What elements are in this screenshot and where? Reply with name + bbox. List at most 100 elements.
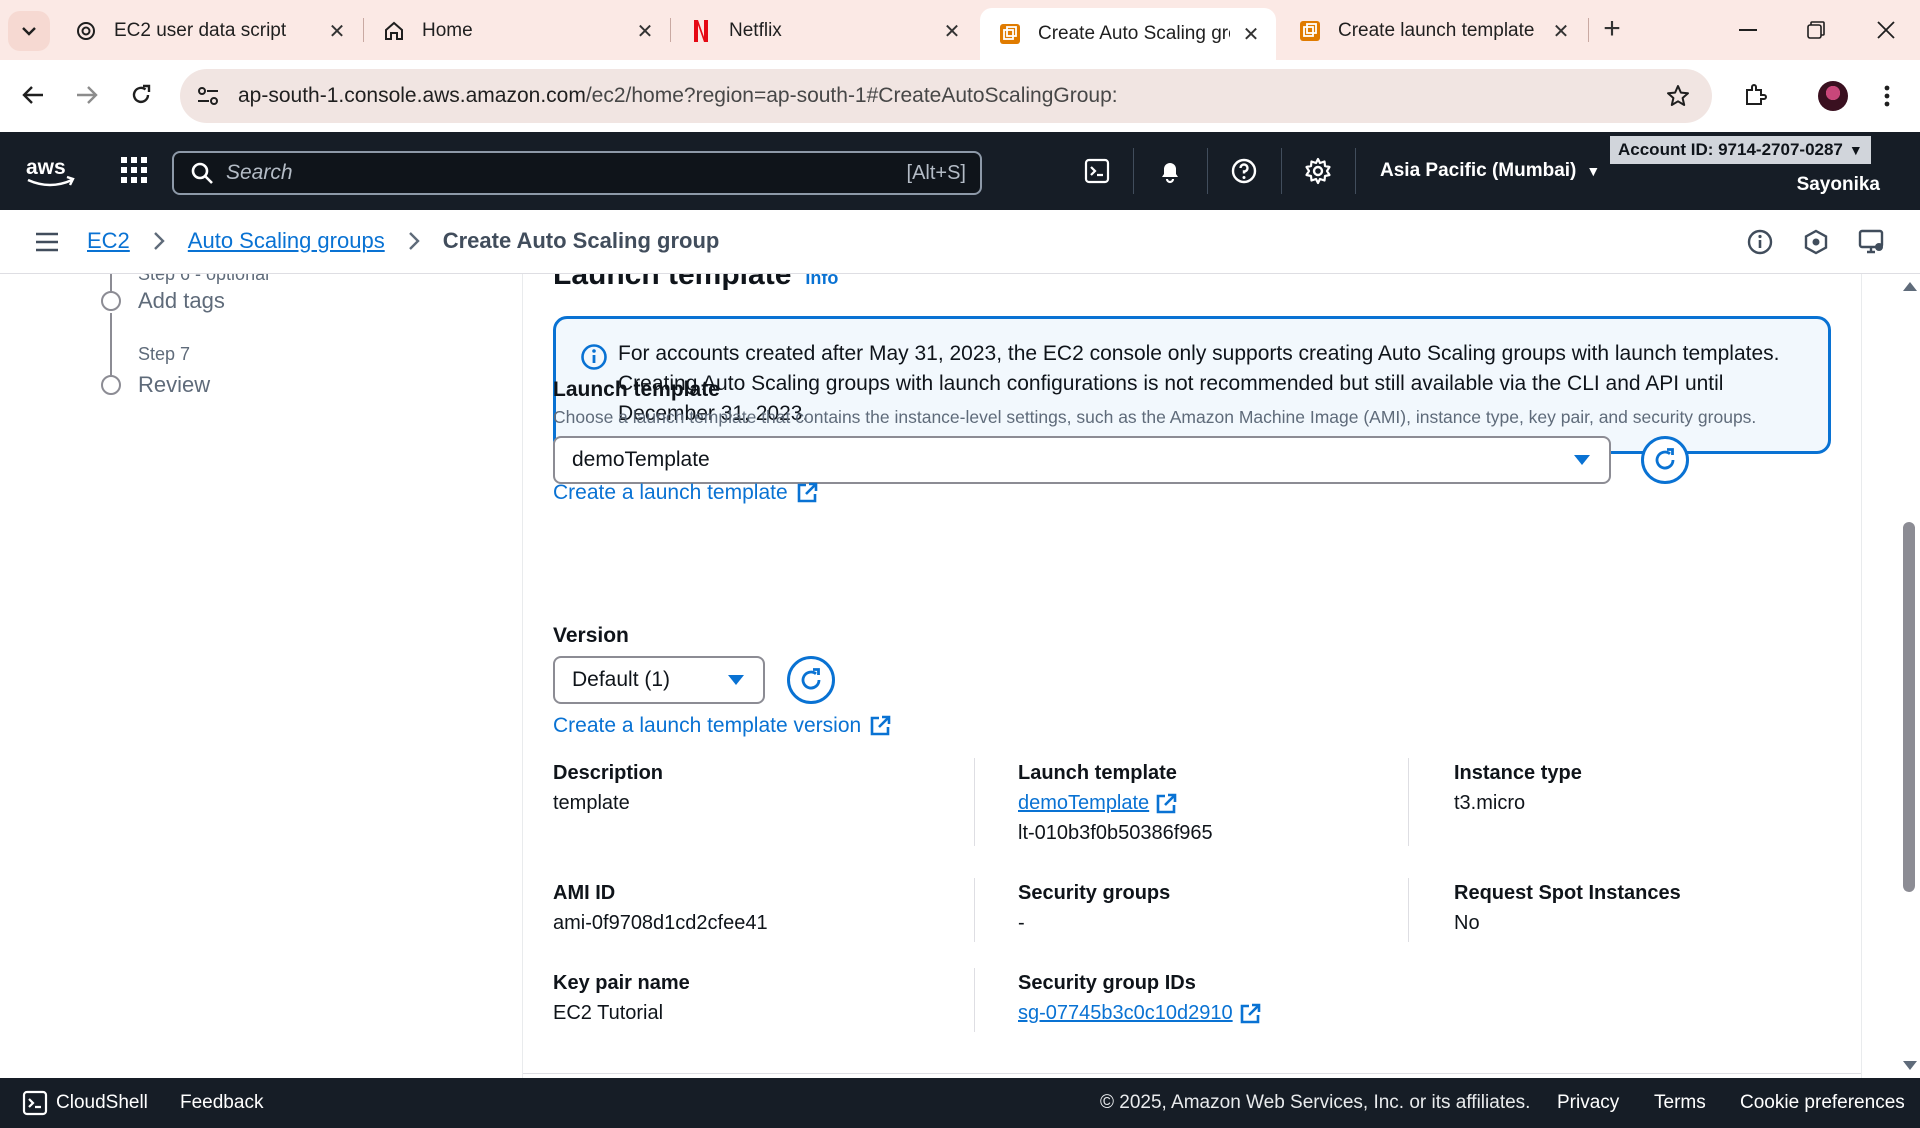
nav-divider <box>1281 148 1282 194</box>
aws-search-input[interactable]: Search [Alt+S] <box>172 151 982 195</box>
tab-netflix[interactable]: Netflix ✕ <box>671 8 977 54</box>
breadcrumb-current: Create Auto Scaling group <box>442 228 720 253</box>
hamburger-menu-icon[interactable] <box>34 230 60 254</box>
bell-icon <box>1162 163 1178 184</box>
extensions-button[interactable] <box>1736 76 1774 114</box>
services-grid-icon[interactable] <box>118 154 150 186</box>
aws-ec2-icon <box>998 22 1022 46</box>
close-tab-icon[interactable]: ✕ <box>1240 23 1262 46</box>
info-alert: For accounts created after May 31, 2023,… <box>553 316 1831 454</box>
create-launch-template-link[interactable]: Create a launch template <box>553 481 818 505</box>
account-menu[interactable]: Account ID: 9714-2707-0287 ▼ <box>1610 136 1871 164</box>
chevron-down-icon <box>22 27 36 36</box>
url-bar[interactable]: ap-south-1.console.aws.amazon.com/ec2/ho… <box>180 69 1712 123</box>
aws-logo-icon[interactable]: aws <box>24 154 78 190</box>
tab-create-launch-template[interactable]: Create launch template | ✕ <box>1280 8 1586 54</box>
nav-divider <box>1207 148 1208 194</box>
info-panel-button[interactable] <box>1744 226 1776 258</box>
search-placeholder: Search <box>226 161 293 184</box>
launch-template-select[interactable]: demoTemplate <box>553 436 1611 484</box>
security-groups-label: Security groups <box>1018 882 1171 904</box>
description-value: template <box>553 792 630 814</box>
notifications-button[interactable] <box>1153 154 1187 188</box>
close-tab-icon[interactable]: ✕ <box>941 20 963 43</box>
close-tab-icon[interactable]: ✕ <box>326 20 348 43</box>
terminal-icon <box>1084 158 1110 184</box>
tab-create-auto-scaling-group[interactable]: Create Auto Scaling grou ✕ <box>980 8 1276 60</box>
cookie-preferences-link[interactable]: Cookie preferences <box>1740 1092 1905 1114</box>
copyright-text: © 2025, Amazon Web Services, Inc. or its… <box>1100 1092 1531 1113</box>
reload-button[interactable] <box>120 74 162 116</box>
minimize-button[interactable] <box>1724 10 1772 50</box>
url-text: ap-south-1.console.aws.amazon.com/ec2/ho… <box>238 84 1118 108</box>
restore-button[interactable] <box>1792 10 1840 50</box>
region-selector[interactable]: Asia Pacific (Mumbai) ▼ <box>1380 160 1600 182</box>
breadcrumb: EC2 Auto Scaling groups Create Auto Scal… <box>87 228 719 254</box>
instance-type-value: t3.micro <box>1454 792 1526 814</box>
cloudshell-button[interactable] <box>1080 154 1114 188</box>
scroll-down-arrow-icon[interactable] <box>1903 1061 1917 1070</box>
privacy-link[interactable]: Privacy <box>1557 1092 1619 1114</box>
launch-template-label: Launch template <box>553 378 720 401</box>
scroll-divider <box>1861 274 1862 1078</box>
tab-home[interactable]: Home ✕ <box>364 8 670 54</box>
username[interactable]: Sayonika <box>1797 174 1880 196</box>
scroll-thumb[interactable] <box>1903 522 1915 892</box>
security-panel-button[interactable] <box>1800 226 1832 258</box>
back-button[interactable] <box>12 74 54 116</box>
bookmark-star-icon[interactable] <box>1662 80 1694 112</box>
minimize-icon <box>1739 29 1757 31</box>
security-group-id-link[interactable]: sg-07745b3c0c10d2910 <box>1018 1002 1261 1025</box>
breadcrumb-ec2[interactable]: EC2 <box>87 228 130 254</box>
cloudshell-footer-button[interactable]: CloudShell <box>22 1090 148 1116</box>
url-path: /ec2/home?region=ap-south-1#CreateAutoSc… <box>585 84 1118 107</box>
caret-down-icon: ▼ <box>1848 142 1863 158</box>
chevron-right-icon <box>153 232 165 250</box>
launch-template-panel: Launch template Info For accounts create… <box>523 274 1861 1078</box>
version-selected: Default (1) <box>572 668 671 691</box>
search-shortcut: [Alt+S] <box>906 161 966 184</box>
refresh-versions-button[interactable] <box>787 656 835 704</box>
external-link-icon <box>1156 793 1177 813</box>
close-tab-icon[interactable]: ✕ <box>634 20 656 43</box>
monitor-settings-icon <box>1858 229 1884 254</box>
feedback-panel-button[interactable] <box>1856 226 1888 258</box>
step-connector <box>110 313 112 375</box>
scroll-up-arrow-icon[interactable] <box>1903 282 1917 291</box>
forward-button[interactable] <box>66 74 108 116</box>
more-vertical-icon <box>1884 85 1890 107</box>
ami-id-label: AMI ID <box>553 882 616 904</box>
puzzle-icon <box>1746 84 1767 105</box>
aws-top-nav: aws Search [Alt+S] Asia Pacific (Mumbai)… <box>0 132 1920 210</box>
info-icon <box>581 344 607 370</box>
step-add-tags[interactable]: Add tags <box>138 288 225 314</box>
profile-avatar[interactable] <box>1818 81 1848 111</box>
tab-ec2-user-data[interactable]: EC2 user data script ✕ <box>56 8 362 54</box>
aws-ec2-icon <box>1298 19 1322 43</box>
version-select[interactable]: Default (1) <box>553 656 765 704</box>
step-6-label: Step 6 - optional <box>138 274 270 284</box>
step-review[interactable]: Review <box>138 372 210 398</box>
panel-heading: Launch template Info <box>553 274 838 292</box>
ami-id-value: ami-0f9708d1cd2cfee41 <box>553 912 768 934</box>
new-tab-button[interactable]: + <box>1596 14 1628 46</box>
tab-search-button[interactable] <box>8 11 50 51</box>
info-link[interactable]: Info <box>805 274 838 289</box>
create-template-version-link[interactable]: Create a launch template version <box>553 714 891 738</box>
help-button[interactable] <box>1227 154 1261 188</box>
refresh-launch-templates-button[interactable] <box>1641 436 1689 484</box>
detail-launch-template-link[interactable]: demoTemplate <box>1018 792 1177 815</box>
site-info-icon[interactable] <box>192 80 224 112</box>
close-window-button[interactable] <box>1862 10 1910 50</box>
close-tab-icon[interactable]: ✕ <box>1550 20 1572 43</box>
page-scrollbar[interactable] <box>1861 274 1920 1078</box>
key-pair-label: Key pair name <box>553 972 690 994</box>
feedback-link[interactable]: Feedback <box>180 1092 263 1114</box>
tab-title: Create launch template | <box>1338 20 1540 41</box>
info-icon <box>1747 229 1773 255</box>
browser-menu-button[interactable] <box>1872 76 1902 116</box>
breadcrumb-auto-scaling-groups[interactable]: Auto Scaling groups <box>188 228 385 254</box>
nav-divider <box>1355 148 1356 194</box>
settings-button[interactable] <box>1301 154 1335 188</box>
terms-link[interactable]: Terms <box>1654 1092 1706 1114</box>
